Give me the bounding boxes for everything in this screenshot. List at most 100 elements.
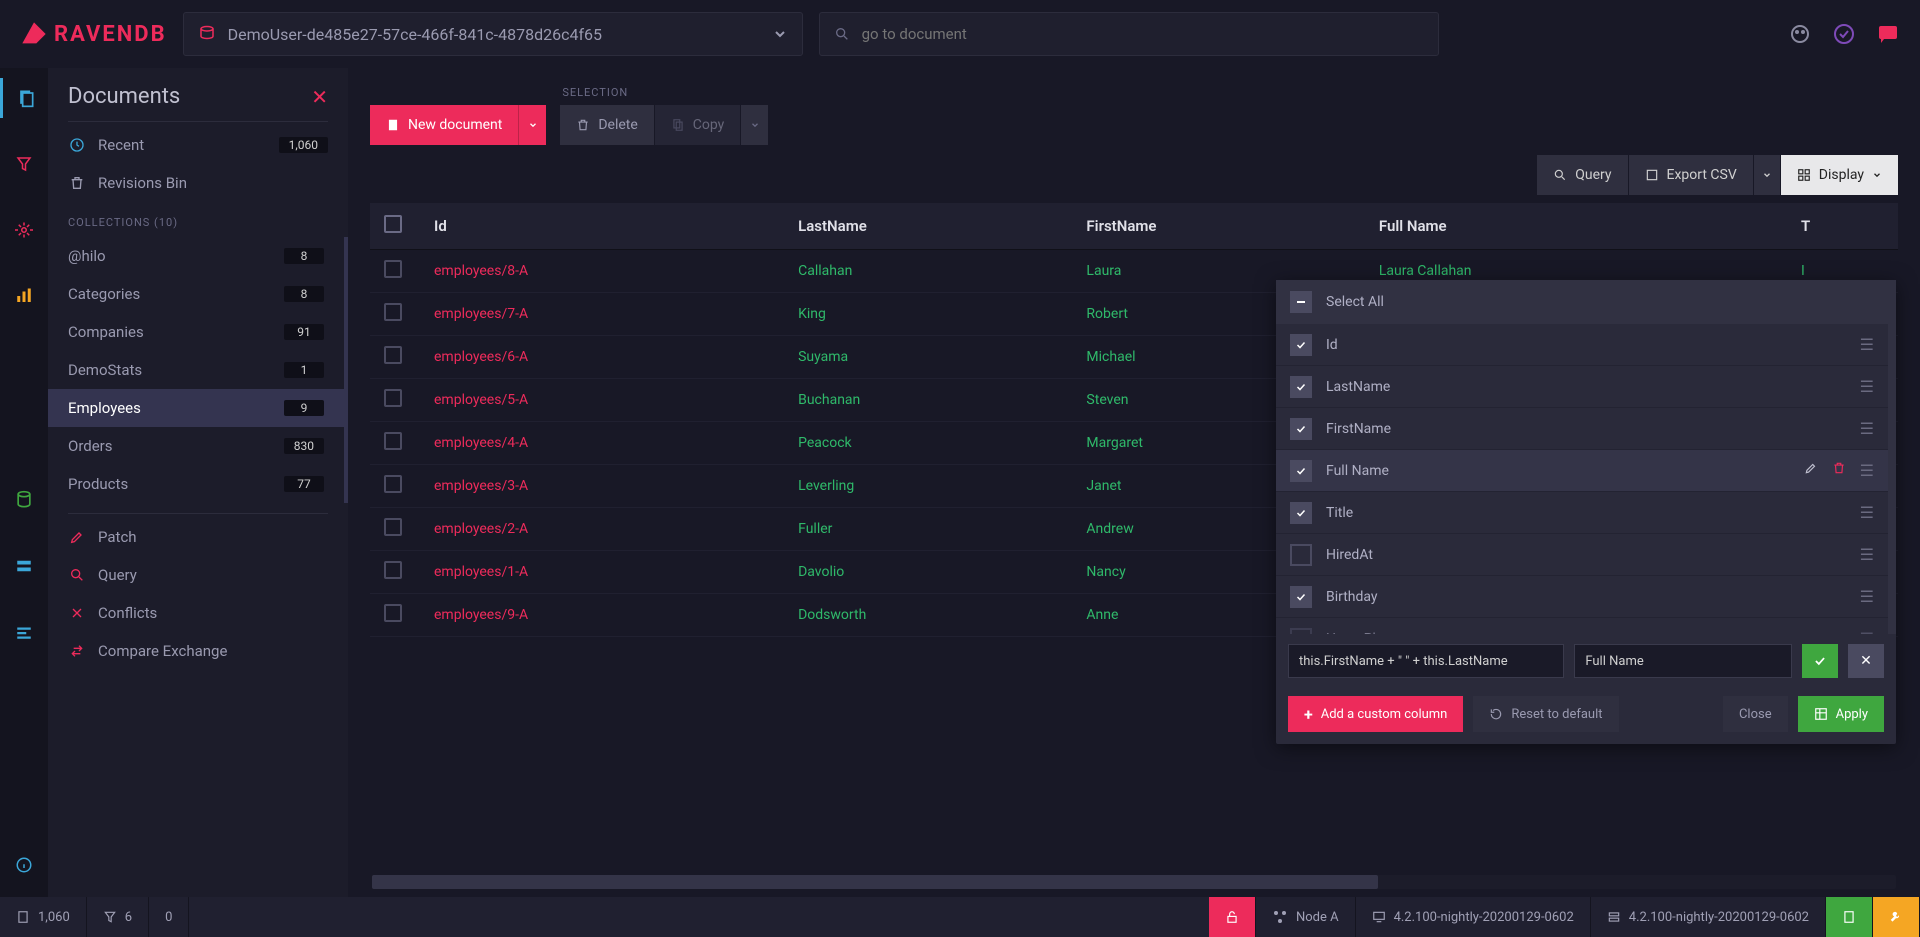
- column-checkbox[interactable]: [1290, 628, 1312, 635]
- column-expression-input[interactable]: [1288, 644, 1564, 678]
- status-icon[interactable]: [1832, 22, 1856, 46]
- column-header-input[interactable]: [1574, 644, 1792, 678]
- feedback-icon[interactable]: [1876, 22, 1900, 46]
- nav-info-icon[interactable]: [0, 845, 48, 885]
- reset-default-button[interactable]: Reset to default: [1473, 696, 1618, 732]
- display-column-row[interactable]: Full Name☰: [1276, 450, 1888, 492]
- display-column-row[interactable]: Birthday☰: [1276, 576, 1888, 618]
- cell-id[interactable]: employees/9-A: [420, 594, 784, 637]
- export-csv-dropdown[interactable]: [1753, 155, 1780, 195]
- cell-id[interactable]: employees/6-A: [420, 336, 784, 379]
- new-document-dropdown[interactable]: [518, 105, 546, 145]
- export-csv-button[interactable]: Export CSV: [1628, 155, 1753, 195]
- sidebar-collection-companies[interactable]: Companies91: [48, 313, 344, 351]
- column-checkbox[interactable]: [1290, 334, 1312, 356]
- delete-button[interactable]: Delete: [560, 105, 653, 145]
- select-all-header[interactable]: [370, 203, 420, 250]
- drag-handle-icon[interactable]: ☰: [1860, 545, 1874, 564]
- query-button[interactable]: Query: [1536, 155, 1627, 195]
- column-header[interactable]: T: [1787, 203, 1898, 250]
- sidebar-collection-@hilo[interactable]: @hilo8: [48, 237, 344, 275]
- drag-handle-icon[interactable]: ☰: [1860, 377, 1874, 396]
- nav-indexes-icon[interactable]: [0, 144, 48, 184]
- apply-button[interactable]: Apply: [1798, 696, 1884, 732]
- column-header[interactable]: Id: [420, 203, 784, 250]
- sidebar-collection-demostats[interactable]: DemoStats1: [48, 351, 344, 389]
- status-warn[interactable]: [1873, 897, 1920, 937]
- copy-dropdown[interactable]: [740, 105, 768, 145]
- drag-handle-icon[interactable]: ☰: [1860, 503, 1874, 522]
- display-column-row[interactable]: HomePhone☰: [1276, 618, 1888, 634]
- column-header[interactable]: FirstName: [1072, 203, 1364, 250]
- column-checkbox[interactable]: [1290, 586, 1312, 608]
- status-server-version[interactable]: 4.2.100-nightly-20200129-0602: [1591, 897, 1826, 937]
- nav-documents-icon[interactable]: [0, 78, 48, 118]
- column-checkbox[interactable]: [1290, 544, 1312, 566]
- row-checkbox: [384, 518, 402, 536]
- add-custom-column-button[interactable]: + Add a custom column: [1288, 696, 1463, 732]
- status-docs[interactable]: 1,060: [0, 897, 87, 937]
- nav-stats-icon[interactable]: [0, 276, 48, 316]
- trash-icon[interactable]: [1832, 461, 1846, 480]
- cell-id[interactable]: employees/8-A: [420, 250, 784, 293]
- search-input[interactable]: [862, 25, 1424, 43]
- sidebar-tool-query[interactable]: Query: [48, 556, 348, 594]
- status-ok[interactable]: [1826, 897, 1873, 937]
- horizontal-scrollbar[interactable]: [372, 875, 1896, 889]
- drag-handle-icon[interactable]: ☰: [1860, 419, 1874, 438]
- display-column-row[interactable]: HiredAt☰: [1276, 534, 1888, 576]
- sidebar-collection-categories[interactable]: Categories8: [48, 275, 344, 313]
- column-checkbox[interactable]: [1290, 460, 1312, 482]
- drag-handle-icon[interactable]: ☰: [1860, 335, 1874, 354]
- sidebar-collection-employees[interactable]: Employees9: [48, 389, 344, 427]
- column-checkbox[interactable]: [1290, 376, 1312, 398]
- new-document-button[interactable]: New document: [370, 105, 518, 145]
- nav-tasks-icon[interactable]: [0, 612, 48, 652]
- column-checkbox[interactable]: [1290, 418, 1312, 440]
- cell-id[interactable]: employees/7-A: [420, 293, 784, 336]
- sidebar-collection-orders[interactable]: Orders830: [48, 427, 344, 465]
- confirm-column-button[interactable]: [1802, 644, 1838, 678]
- database-selector[interactable]: DemoUser-de485e27-57ce-466f-841c-4878d26…: [183, 12, 803, 56]
- display-button[interactable]: Display: [1780, 155, 1898, 195]
- display-column-row[interactable]: Id☰: [1276, 324, 1888, 366]
- display-column-row[interactable]: Title☰: [1276, 492, 1888, 534]
- cell-id[interactable]: employees/4-A: [420, 422, 784, 465]
- nav-manage-icon[interactable]: [0, 546, 48, 586]
- cell-id[interactable]: employees/1-A: [420, 551, 784, 594]
- status-stale[interactable]: 0: [149, 897, 189, 937]
- cell-id[interactable]: employees/5-A: [420, 379, 784, 422]
- sidebar-tool-compare-exchange[interactable]: Compare Exchange: [48, 632, 348, 670]
- theme-icon[interactable]: [1788, 22, 1812, 46]
- display-column-row[interactable]: FirstName☰: [1276, 408, 1888, 450]
- edit-icon[interactable]: [1804, 461, 1818, 480]
- cancel-column-button[interactable]: ✕: [1848, 644, 1884, 678]
- drag-handle-icon[interactable]: ☰: [1860, 629, 1874, 634]
- sidebar-recent[interactable]: Recent 1,060: [48, 126, 348, 164]
- nav-settings-icon[interactable]: [0, 210, 48, 250]
- copy-button[interactable]: Copy: [654, 105, 741, 145]
- column-checkbox[interactable]: [1290, 502, 1312, 524]
- sidebar-tool-conflicts[interactable]: Conflicts: [48, 594, 348, 632]
- drag-handle-icon[interactable]: ☰: [1860, 461, 1874, 480]
- status-node[interactable]: Node A: [1256, 897, 1356, 937]
- column-header[interactable]: LastName: [784, 203, 1072, 250]
- global-search[interactable]: [819, 12, 1439, 56]
- sidebar-close-icon[interactable]: ✕: [311, 85, 328, 109]
- nav-databases-icon[interactable]: [0, 480, 48, 520]
- sidebar-tool-patch[interactable]: Patch: [48, 518, 348, 556]
- reset-icon: [1489, 707, 1503, 721]
- select-all-checkbox[interactable]: [1290, 291, 1312, 313]
- logo[interactable]: RAVENDB: [20, 20, 167, 48]
- cell-id[interactable]: employees/2-A: [420, 508, 784, 551]
- column-header[interactable]: Full Name: [1365, 203, 1787, 250]
- drag-handle-icon[interactable]: ☰: [1860, 587, 1874, 606]
- status-unsecure[interactable]: [1209, 897, 1256, 937]
- status-indexes[interactable]: 6: [87, 897, 149, 937]
- close-button[interactable]: Close: [1723, 696, 1788, 732]
- cell-id[interactable]: employees/3-A: [420, 465, 784, 508]
- sidebar-collection-products[interactable]: Products77: [48, 465, 344, 503]
- status-client-version[interactable]: 4.2.100-nightly-20200129-0602: [1356, 897, 1591, 937]
- display-column-row[interactable]: LastName☰: [1276, 366, 1888, 408]
- sidebar-revisions[interactable]: Revisions Bin: [48, 164, 348, 202]
